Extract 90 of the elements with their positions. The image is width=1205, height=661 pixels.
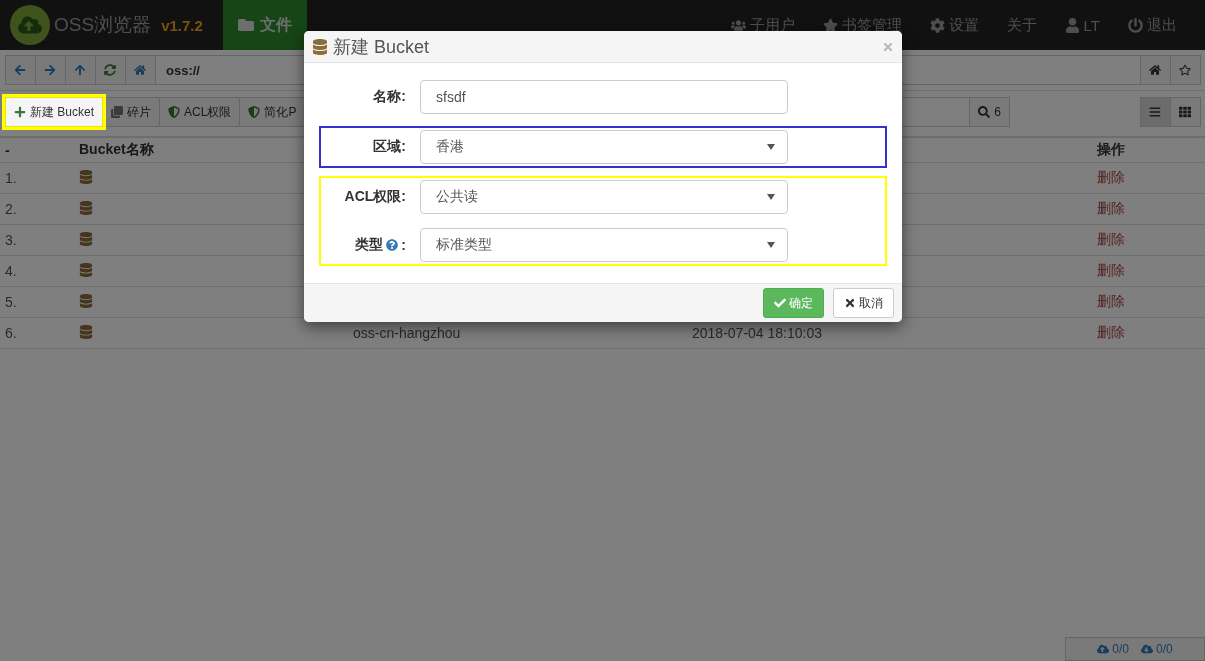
row-number: 3.: [5, 232, 18, 248]
view-button[interactable]: [1140, 97, 1171, 127]
toolbar-button[interactable]: 简化P: [239, 97, 306, 127]
toolbar-button[interactable]: ACL权限: [159, 97, 241, 127]
users-icon: [730, 17, 746, 33]
home-icon: [134, 64, 146, 76]
row-number: 5.: [5, 294, 18, 310]
delete-link[interactable]: 删除: [1097, 293, 1125, 309]
delete-link[interactable]: 删除: [1097, 324, 1125, 340]
refresh-button[interactable]: [95, 55, 126, 85]
row-number: 6.: [5, 325, 18, 341]
nav-tab[interactable]: 文件: [222, 0, 307, 50]
arrow-left-icon: [14, 64, 26, 76]
plus-icon: [14, 106, 26, 118]
bucket-icon: [79, 324, 93, 339]
up-button[interactable]: [65, 55, 96, 85]
column-header: -: [5, 142, 11, 158]
folder-icon: [237, 17, 254, 33]
table-cell-text: 2018-07-04 18:10:03: [692, 325, 823, 341]
help-icon[interactable]: [386, 239, 399, 251]
delete-link[interactable]: 删除: [1097, 231, 1125, 247]
nav-link[interactable]: LT: [1050, 16, 1114, 34]
grid-icon: [1179, 106, 1191, 118]
view-button[interactable]: [1170, 97, 1201, 127]
select-field[interactable]: 香港: [420, 130, 788, 164]
close-icon: [882, 40, 894, 53]
nav-link[interactable]: 关于: [992, 15, 1051, 35]
bucket-icon: [79, 262, 93, 277]
confirm-button[interactable]: 确定: [763, 288, 824, 318]
star-icon: [1179, 64, 1191, 76]
settings-icon: [929, 17, 945, 33]
arrow-up-icon: [74, 64, 86, 76]
cancel-button[interactable]: 取消: [833, 288, 894, 318]
close-icon: [844, 297, 856, 309]
bucket-icon: [79, 200, 93, 215]
toolbar-button[interactable]: 新建 Bucket: [5, 97, 104, 127]
search-icon: [978, 106, 991, 118]
back-button[interactable]: [5, 55, 36, 85]
field-label: ACL权限:: [344, 188, 406, 206]
caret-icon: [767, 194, 775, 200]
nav-link[interactable]: 子用户: [716, 15, 809, 35]
delete-link[interactable]: 删除: [1097, 262, 1125, 278]
row-number: 1.: [5, 170, 18, 186]
bucket-icon: [312, 38, 328, 55]
upload-count: 0/0: [1112, 642, 1129, 656]
logo-icon: [10, 5, 50, 45]
home-button[interactable]: [125, 55, 156, 85]
field-label: 类型: [355, 236, 384, 254]
power-icon: [1128, 17, 1143, 33]
close-button[interactable]: [882, 40, 894, 53]
bucket-icon: [79, 169, 93, 184]
download-count: 0/0: [1156, 642, 1173, 656]
search-button[interactable]: 6: [969, 97, 1010, 127]
field-label: 区域:: [373, 138, 406, 156]
label-colon: :: [401, 237, 406, 253]
row-number: 2.: [5, 201, 18, 217]
check-icon: [774, 297, 786, 309]
app-name: OSS浏览器: [54, 13, 152, 37]
shield-icon: [168, 106, 181, 118]
delete-link[interactable]: 删除: [1097, 200, 1125, 216]
refresh-icon: [104, 64, 116, 76]
forward-button[interactable]: [35, 55, 66, 85]
column-header: Bucket名称: [79, 141, 155, 159]
shield-icon: [248, 106, 261, 118]
row-number: 4.: [5, 263, 18, 279]
user-icon: [1064, 17, 1080, 33]
select-field[interactable]: 公共读: [420, 180, 788, 214]
upload-icon: [1097, 643, 1110, 655]
version-label: v1.7.2: [161, 16, 203, 34]
copy-icon: [111, 106, 124, 118]
home-button[interactable]: [1140, 55, 1171, 85]
dialog-title: 新建 Bucket: [333, 35, 430, 59]
delete-link[interactable]: 删除: [1097, 169, 1125, 185]
nav-link[interactable]: 退出: [1114, 15, 1191, 35]
bucket-icon: [79, 293, 93, 308]
column-header: 操作: [1097, 141, 1126, 159]
star-icon: [822, 17, 838, 33]
caret-icon: [767, 144, 775, 150]
input-field[interactable]: sfsdf: [420, 80, 788, 114]
list-icon: [1149, 106, 1161, 118]
download-icon: [1141, 643, 1153, 655]
bookmark-button[interactable]: [1170, 55, 1201, 85]
table-cell-text: oss-cn-hangzhou: [353, 325, 462, 341]
nav-link[interactable]: 书签管理: [808, 15, 916, 35]
select-field[interactable]: 标准类型: [420, 228, 788, 262]
field-label: 名称:: [373, 88, 406, 106]
arrow-right-icon: [44, 64, 56, 76]
home-icon: [1149, 64, 1161, 76]
bucket-icon: [79, 231, 93, 246]
caret-icon: [767, 242, 775, 248]
